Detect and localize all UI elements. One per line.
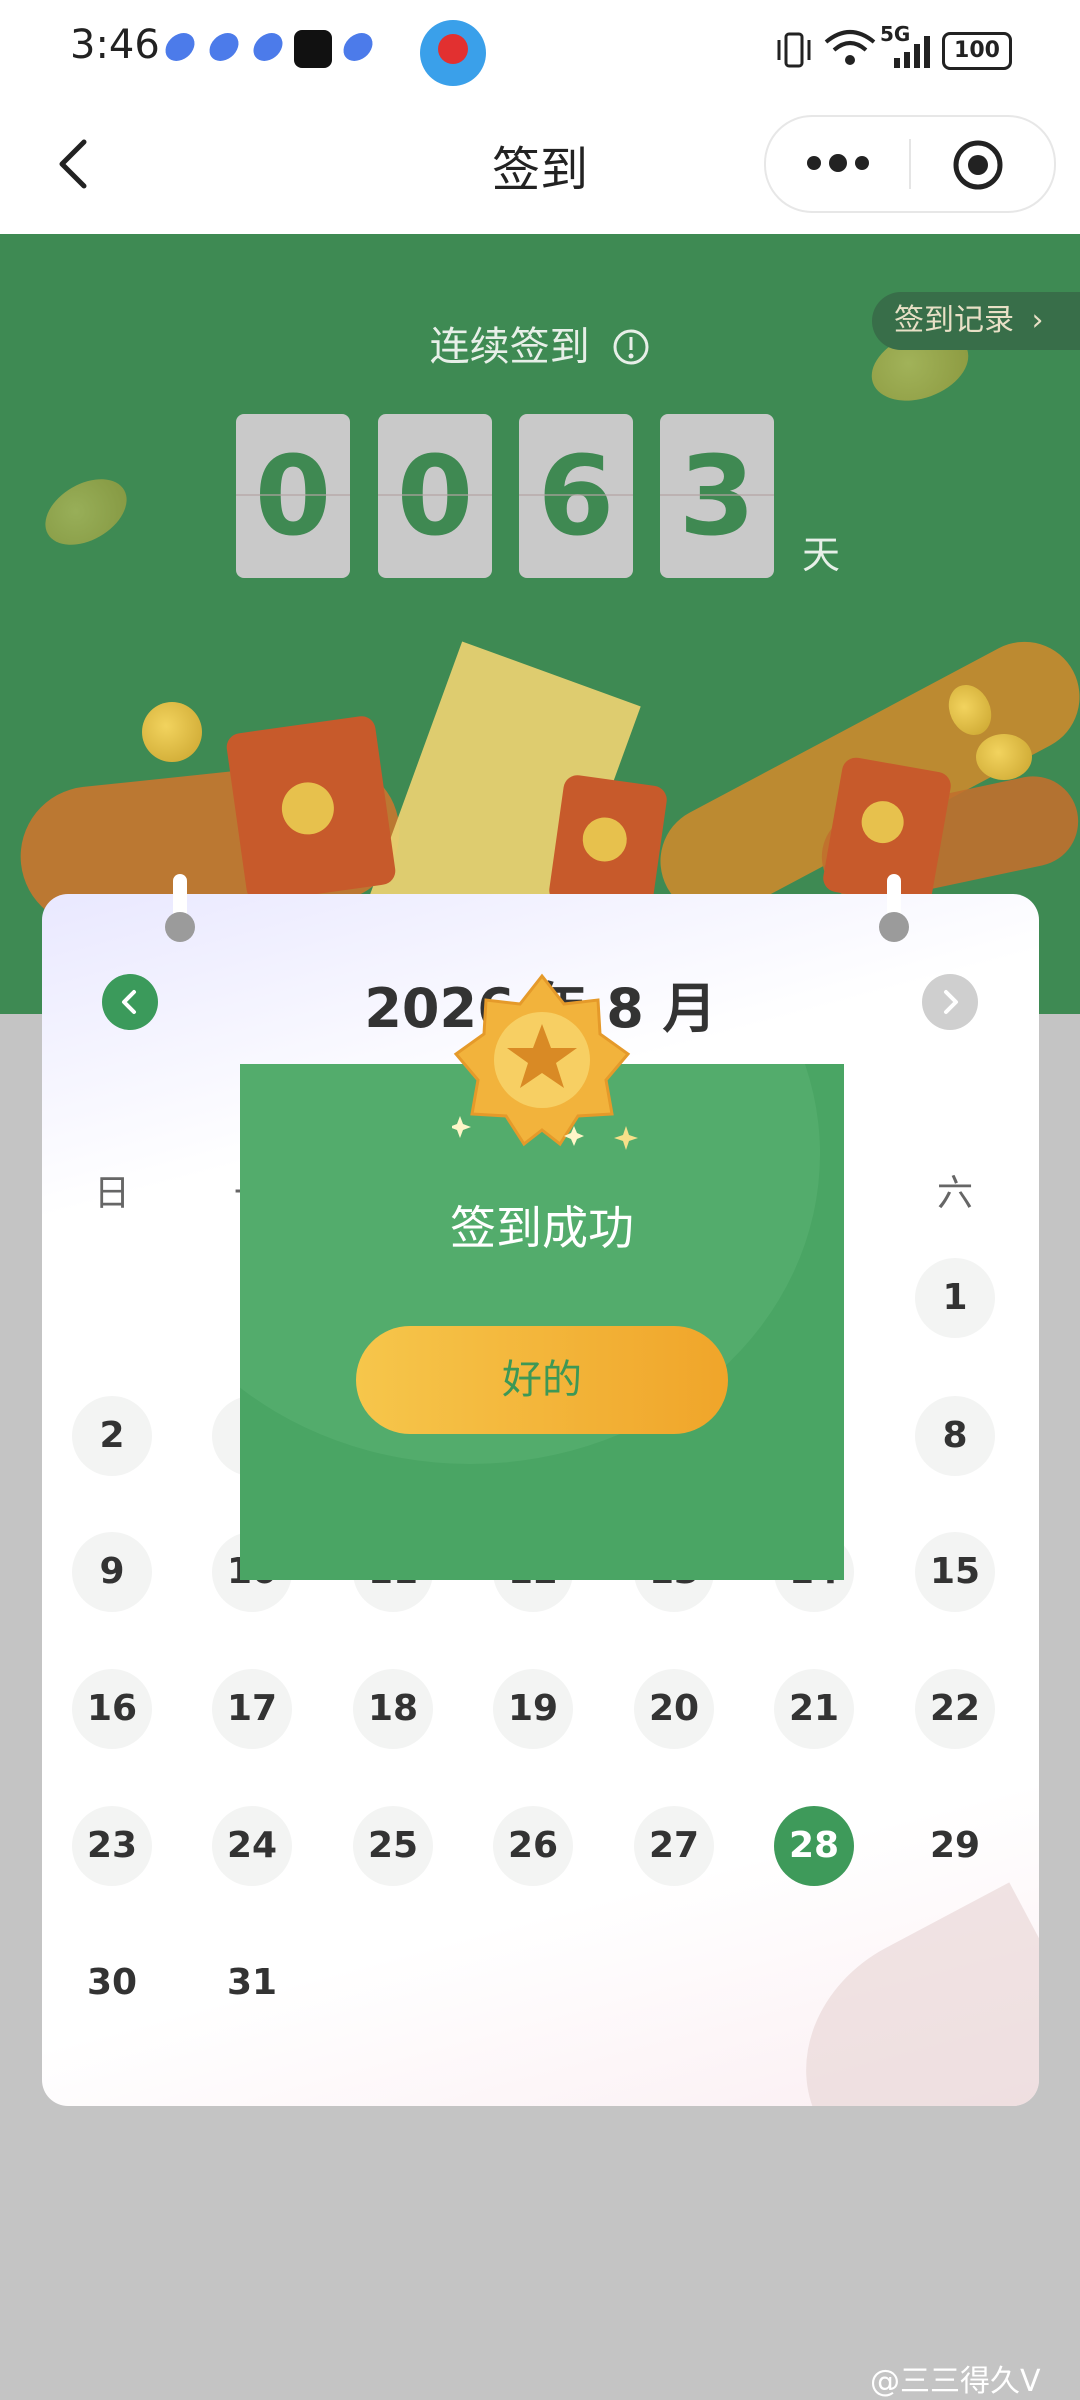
calendar-day[interactable]: 1: [915, 1258, 995, 1338]
calendar-day[interactable]: 16: [72, 1669, 152, 1749]
calendar-day[interactable]: 25: [353, 1806, 433, 1886]
notification-icon: [340, 33, 376, 61]
binder-hole: [165, 912, 195, 942]
chevron-left-icon: [122, 990, 136, 1014]
decor-coin: [976, 734, 1032, 780]
binder-hole: [879, 912, 909, 942]
close-target-icon[interactable]: [952, 139, 1004, 191]
calendar-day-today[interactable]: 28: [774, 1806, 854, 1886]
next-month-button[interactable]: [922, 974, 978, 1030]
star-badge-icon: [452, 973, 631, 1147]
more-icon[interactable]: [802, 151, 874, 175]
wifi-icon: [824, 30, 876, 65]
info-icon[interactable]: [612, 328, 650, 366]
decor-red-envelope: [224, 714, 398, 904]
status-time: 3:46: [70, 22, 160, 68]
calendar-day[interactable]: 2: [72, 1396, 152, 1476]
calendar-day[interactable]: 8: [915, 1396, 995, 1476]
calendar-day[interactable]: 27: [634, 1806, 714, 1886]
calendar-day[interactable]: 15: [915, 1532, 995, 1612]
tiktok-app-icon: [294, 30, 332, 68]
vibrate-icon: [777, 32, 811, 68]
status-bar: 3:46 5G 100: [0, 0, 1080, 100]
calendar-day[interactable]: 24: [212, 1806, 292, 1886]
battery-indicator: 100: [942, 32, 1012, 70]
calendar-day[interactable]: 19: [493, 1669, 573, 1749]
ok-button[interactable]: 好的: [356, 1326, 728, 1434]
weekday-label: 六: [936, 1173, 973, 1214]
calendar-day[interactable]: 26: [493, 1806, 573, 1886]
notification-icon: [206, 33, 242, 61]
calendar-day[interactable]: 23: [72, 1806, 152, 1886]
signal-icon: [894, 36, 930, 68]
chevron-right-icon: [944, 990, 958, 1014]
calendar-day[interactable]: 18: [353, 1669, 433, 1749]
calendar-day[interactable]: 17: [212, 1669, 292, 1749]
streak-digit: 0: [236, 414, 350, 578]
railway-app-icon: [420, 20, 486, 86]
streak-unit: 天: [802, 533, 841, 577]
sparkle-icon: [614, 1126, 638, 1150]
decor-coin: [142, 702, 202, 762]
mini-program-capsule: [764, 115, 1056, 213]
calendar-day[interactable]: 20: [634, 1669, 714, 1749]
weekday-label: 日: [93, 1173, 130, 1214]
calendar-day[interactable]: 31: [212, 1943, 292, 2023]
notification-icon: [250, 33, 286, 61]
streak-digit: 3: [660, 414, 774, 578]
calendar-day[interactable]: 9: [72, 1532, 152, 1612]
prev-month-button[interactable]: [102, 974, 158, 1030]
watermark: @三三得久V: [870, 2364, 1041, 2399]
streak-digit: 0: [378, 414, 492, 578]
calendar-day[interactable]: 30: [72, 1943, 152, 2023]
calendar-day[interactable]: 22: [915, 1669, 995, 1749]
calendar-day[interactable]: 21: [774, 1669, 854, 1749]
decor-coin: [33, 465, 139, 559]
capsule-divider: [909, 139, 911, 189]
decor-page-curl: [762, 1882, 1039, 2106]
calendar-day[interactable]: 29: [915, 1806, 995, 1886]
nav-bar: 签到: [0, 100, 1080, 234]
notification-icon: [162, 33, 198, 61]
streak-label: 连续签到: [0, 314, 1080, 372]
streak-label-text: 连续签到: [429, 324, 590, 370]
dialog-title: 签到成功: [450, 1201, 634, 1255]
streak-digit: 6: [519, 414, 633, 578]
